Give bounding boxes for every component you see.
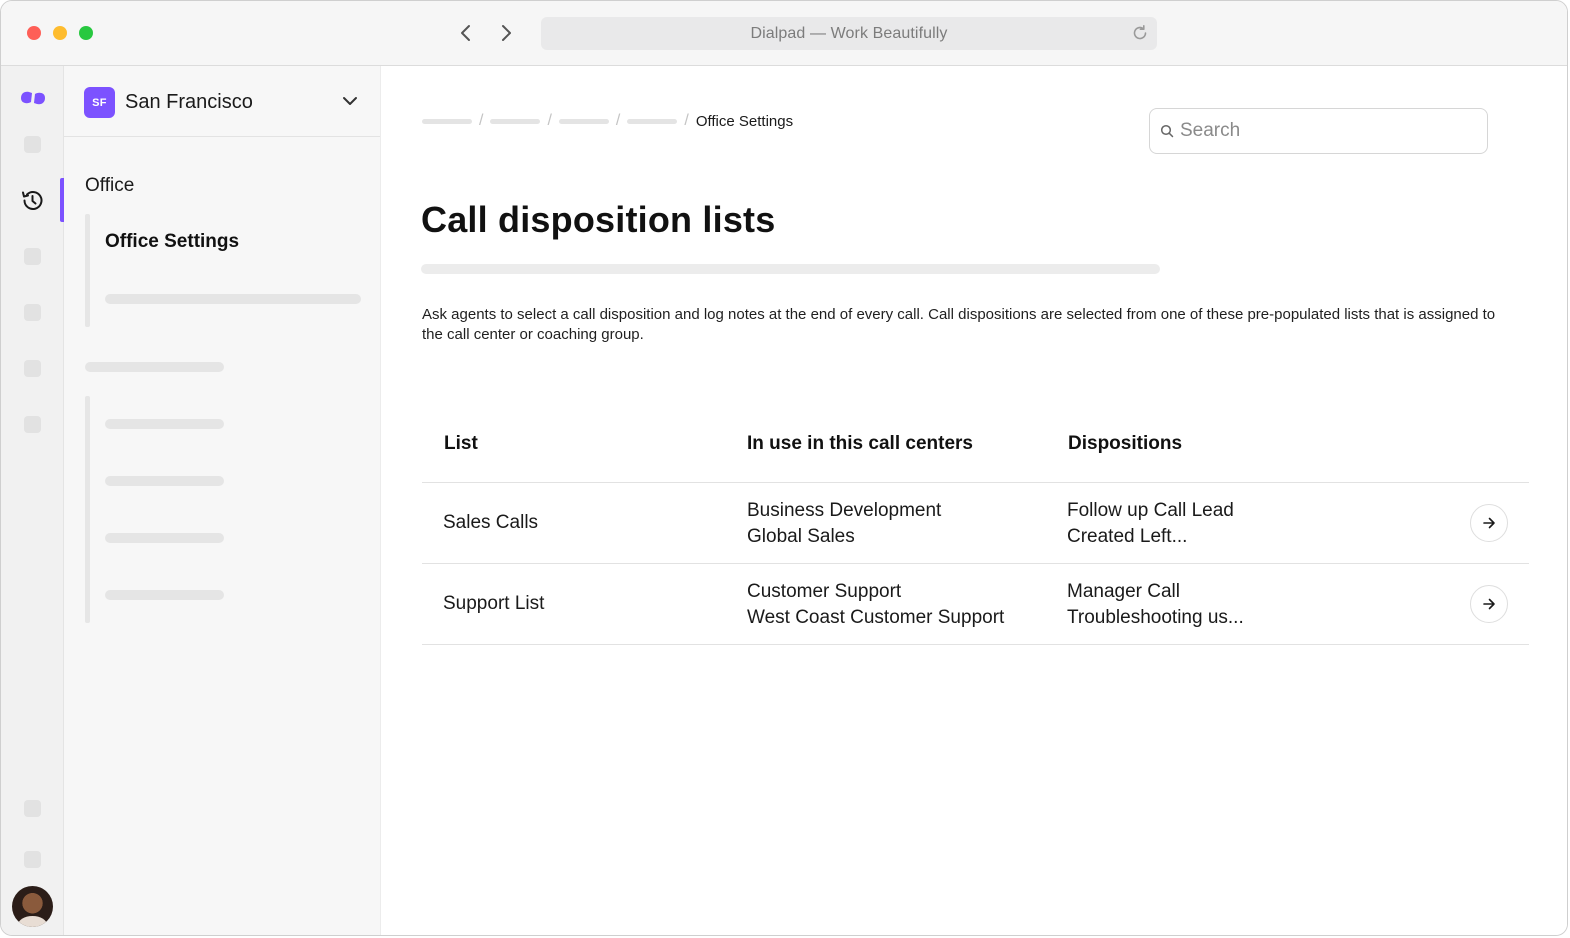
sidebar-item-placeholder[interactable] [105, 533, 224, 543]
avatar[interactable] [12, 886, 53, 927]
main-content: / / / / Office Settings Call disposition… [382, 66, 1567, 935]
app-rail [1, 66, 64, 935]
list-name: Support List [443, 593, 545, 614]
list-name: Sales Calls [443, 512, 539, 533]
column-header-dispositions[interactable]: Dispositions [1068, 433, 1182, 455]
call-centers-cell: Customer Support West Coast Customer Sup… [747, 579, 1004, 631]
nav-group-line [85, 214, 90, 327]
disposition-name: Manager Call [1067, 581, 1180, 602]
breadcrumb-separator: / [615, 112, 621, 129]
breadcrumb: / / / / Office Settings [422, 111, 793, 131]
sidebar-item-placeholder[interactable] [105, 294, 361, 304]
dispositions-cell: Manager Call Troubleshooting us... [1067, 579, 1244, 631]
chevron-right-icon [502, 25, 511, 41]
rail-item-placeholder[interactable] [24, 851, 41, 868]
call-center-name: Customer Support [747, 581, 902, 602]
chevron-left-icon [461, 25, 470, 41]
column-header-in-use[interactable]: In use in this call centers [747, 433, 973, 455]
disposition-name: Follow up Call Lead [1067, 500, 1234, 521]
app-window: Dialpad — Work Beautifully SF San Franci… [0, 0, 1568, 936]
title-bar: Dialpad — Work Beautifully [1, 1, 1567, 66]
sidebar-item-placeholder[interactable] [105, 419, 224, 429]
arrow-right-icon [1483, 598, 1495, 610]
rail-item-placeholder[interactable] [24, 136, 41, 153]
search-icon [1160, 124, 1174, 138]
office-badge: SF [84, 87, 115, 118]
sidebar-section-placeholder[interactable] [85, 362, 224, 372]
sidebar-item-placeholder[interactable] [105, 476, 224, 486]
sidebar-section-office[interactable]: Office [85, 175, 134, 197]
dispositions-cell: Follow up Call Lead Created Left... [1067, 498, 1234, 550]
open-list-button[interactable] [1470, 504, 1508, 542]
back-button[interactable] [454, 21, 478, 45]
sidebar-item-placeholder[interactable] [105, 590, 224, 600]
search-box[interactable] [1149, 108, 1488, 154]
chevron-down-icon[interactable] [341, 94, 359, 108]
rail-item-placeholder[interactable] [24, 248, 41, 265]
office-name: San Francisco [125, 91, 253, 113]
breadcrumb-placeholder[interactable] [422, 118, 472, 124]
table-header: List In use in this call centers Disposi… [422, 421, 1529, 483]
rail-item-placeholder[interactable] [24, 800, 41, 817]
minimize-window-button[interactable] [53, 26, 67, 40]
table-row[interactable]: Support List Customer Support West Coast… [422, 564, 1529, 645]
disposition-name: Created Left... [1067, 526, 1188, 547]
settings-sidebar: SF San Francisco Office Office Settings [64, 66, 381, 935]
history-icon[interactable] [20, 188, 45, 213]
reload-icon[interactable] [1131, 24, 1149, 42]
rail-item-placeholder[interactable] [24, 360, 41, 377]
forward-button[interactable] [494, 21, 518, 45]
open-list-button[interactable] [1470, 585, 1508, 623]
dialpad-logo-icon[interactable] [19, 88, 47, 108]
nav-group-line [85, 396, 90, 623]
table-row[interactable]: Sales Calls Business Development Global … [422, 483, 1529, 564]
breadcrumb-separator: / [684, 112, 689, 129]
avatar-shirt [18, 916, 47, 927]
zoom-window-button[interactable] [79, 26, 93, 40]
call-center-name: West Coast Customer Support [747, 607, 1005, 628]
subtitle-placeholder [421, 264, 1160, 274]
office-switcher[interactable]: SF San Francisco [64, 66, 380, 137]
call-center-name: Global Sales [747, 526, 855, 547]
breadcrumb-placeholder[interactable] [490, 118, 541, 124]
sidebar-item-office-settings[interactable]: Office Settings [105, 231, 239, 253]
address-bar-title: Dialpad — Work Beautifully [750, 24, 948, 42]
close-window-button[interactable] [27, 26, 41, 40]
rail-item-placeholder[interactable] [24, 416, 41, 433]
disposition-name: Troubleshooting us... [1067, 607, 1244, 628]
page-title: Call disposition lists [421, 199, 776, 240]
page-description: Ask agents to select a call disposition … [422, 306, 1496, 343]
address-bar[interactable]: Dialpad — Work Beautifully [541, 17, 1157, 50]
breadcrumb-placeholder[interactable] [558, 118, 609, 124]
search-input[interactable] [1180, 117, 1470, 145]
breadcrumb-separator: / [479, 112, 484, 129]
breadcrumb-placeholder[interactable] [627, 118, 678, 124]
call-center-name: Business Development [747, 500, 942, 521]
column-header-list[interactable]: List [444, 433, 478, 455]
rail-item-placeholder[interactable] [24, 304, 41, 321]
call-centers-cell: Business Development Global Sales [747, 498, 941, 550]
disposition-lists-table: List In use in this call centers Disposi… [422, 421, 1529, 645]
breadcrumb-current: Office Settings [695, 112, 794, 130]
arrow-right-icon [1483, 517, 1495, 529]
breadcrumb-separator: / [547, 112, 552, 129]
